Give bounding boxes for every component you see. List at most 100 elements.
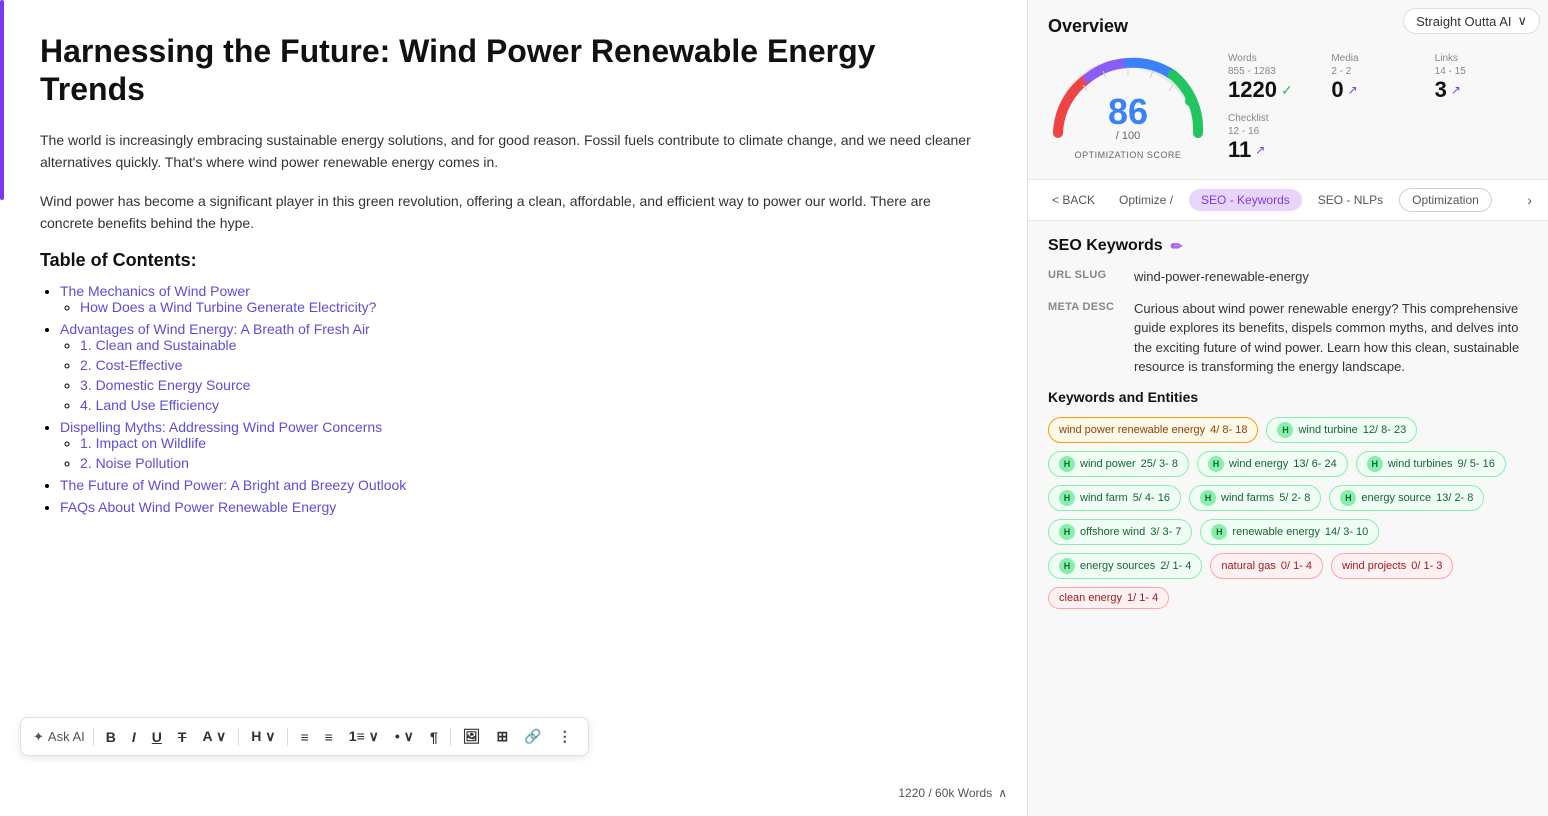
more-options-button[interactable]: ⋮ [554,726,576,747]
scroll-indicator [0,0,4,200]
tab-chevron-right[interactable]: › [1527,192,1532,208]
keyword-offshore-wind[interactable]: H offshore wind 3/ 3- 7 [1048,519,1192,545]
link-button[interactable]: 🔗 [520,726,545,747]
toc-sub-link-3-2[interactable]: 2. Noise Pollution [80,455,189,471]
keyword-energy-source[interactable]: H energy source 13/ 2- 8 [1329,485,1484,511]
keyword-badge-h: H [1059,490,1075,506]
toolbar-divider-4 [450,728,451,746]
toc-item-1: The Mechanics of Wind Power How Does a W… [60,283,987,315]
tab-seo-nlps[interactable]: SEO - NLPs [1306,189,1395,211]
gauge-container: 86 / 100 OPTIMIZATION SCORE [1048,53,1208,160]
keyword-stats: 3/ 3- 7 [1150,526,1181,538]
stat-links: Links 14 - 15 3 ↗ [1435,53,1528,103]
keyword-stats: 2/ 1- 4 [1160,560,1191,572]
ask-ai-button[interactable]: ✦ Ask AI [33,729,85,745]
keyword-text: offshore wind [1080,526,1145,538]
keyword-wind-farms[interactable]: H wind farms 5/ 2- 8 [1189,485,1321,511]
toc-item-4: The Future of Wind Power: A Bright and B… [60,477,987,493]
article-title: Harnessing the Future: Wind Power Renewa… [40,32,987,109]
bold-button[interactable]: B [102,727,120,747]
tab-back-button[interactable]: < BACK [1044,189,1103,211]
toc-sub-item-3-1: 1. Impact on Wildlife [80,435,987,451]
toc-sub-link-2-1[interactable]: 1. Clean and Sustainable [80,337,236,353]
toc-sub-link-2-4[interactable]: 4. Land Use Efficiency [80,397,219,413]
keyword-wind-turbine[interactable]: H wind turbine 12/ 8- 23 [1266,417,1417,443]
align-left-button[interactable]: ≡ [296,727,312,747]
formatting-toolbar: ✦ Ask AI B I U T A ∨ H ∨ ≡ ≡ 1≡ ∨ • ∨ ¶ … [20,717,589,756]
font-size-button[interactable]: A ∨ [198,726,230,747]
straight-outta-badge[interactable]: Straight Outta AI ∨ [1403,8,1540,34]
keyword-energy-sources[interactable]: H energy sources 2/ 1- 4 [1048,553,1202,579]
meta-desc-row: META DESC Curious about wind power renew… [1048,299,1528,377]
toc-sub-link-1-1[interactable]: How Does a Wind Turbine Generate Electri… [80,299,376,315]
keyword-clean-energy[interactable]: clean energy 1/ 1- 4 [1048,587,1169,609]
editor-area[interactable]: Harnessing the Future: Wind Power Renewa… [0,0,1028,816]
ask-ai-label: Ask AI [48,729,85,744]
toc-link-5[interactable]: FAQs About Wind Power Renewable Energy [60,499,336,515]
toc-sub-link-3-1[interactable]: 1. Impact on Wildlife [80,435,206,451]
keyword-wind-power[interactable]: H wind power 25/ 3- 8 [1048,451,1189,477]
ask-ai-icon: ✦ [33,729,44,745]
keyword-wind-energy[interactable]: H wind energy 13/ 6- 24 [1197,451,1348,477]
unordered-list-button[interactable]: • ∨ [391,726,418,747]
toc-item-5: FAQs About Wind Power Renewable Energy [60,499,987,515]
keywords-entities-title: Keywords and Entities [1048,389,1528,405]
word-count-chevron[interactable]: ∧ [998,786,1007,800]
keyword-text: wind power [1080,458,1136,470]
tab-optimize[interactable]: Optimize / [1107,189,1185,211]
toc-sub-link-2-3[interactable]: 3. Domestic Energy Source [80,377,250,393]
editor-paragraph-2: Wind power has become a significant play… [40,190,987,235]
toc-heading: Table of Contents: [40,250,987,271]
keywords-cloud: wind power renewable energy 4/ 8- 18 H w… [1048,417,1528,609]
keyword-wind-power-renewable-energy[interactable]: wind power renewable energy 4/ 8- 18 [1048,417,1258,443]
stat-words-value: 1220 [1228,77,1277,103]
keyword-text: wind turbines [1388,458,1453,470]
tab-seo-keywords[interactable]: SEO - Keywords [1189,189,1302,211]
word-count-bar: 1220 / 60k Words ∧ [898,786,1007,800]
stat-words-check-icon: ✓ [1281,82,1293,99]
keyword-text: energy source [1361,492,1431,504]
toc-sub-item-2-1: 1. Clean and Sustainable [80,337,987,353]
score-section: 86 / 100 OPTIMIZATION SCORE Words 855 - … [1028,37,1548,180]
stat-checklist: Checklist 12 - 16 11 ↗ [1228,113,1321,163]
keyword-stats: 0/ 1- 3 [1411,560,1442,572]
keyword-badge-h: H [1059,456,1075,472]
keyword-text: wind farm [1080,492,1128,504]
tab-seo-keywords-label: SEO - Keywords [1201,193,1290,207]
table-button[interactable]: ⊞ [493,726,513,747]
keyword-stats: 5/ 2- 8 [1279,492,1310,504]
italic-button[interactable]: I [128,727,140,747]
keyword-stats: 1/ 1- 4 [1127,592,1158,604]
paragraph-button[interactable]: ¶ [426,727,442,747]
toc-link-4[interactable]: The Future of Wind Power: A Bright and B… [60,477,406,493]
keyword-natural-gas[interactable]: natural gas 0/ 1- 4 [1210,553,1323,579]
stat-checklist-label: Checklist [1228,113,1321,124]
toc-link-1[interactable]: The Mechanics of Wind Power [60,283,250,299]
toolbar-divider-3 [287,728,288,746]
toc-sub-link-2-2[interactable]: 2. Cost-Effective [80,357,182,373]
stat-words-range: 855 - 1283 [1228,66,1321,77]
heading-button[interactable]: H ∨ [247,726,279,747]
right-panel: Overview Straight Outta AI ∨ [1028,0,1548,816]
keyword-text: wind power renewable energy [1059,424,1205,436]
image-button[interactable]: 🖼 [459,726,485,747]
tabs-row: < BACK Optimize / SEO - Keywords SEO - N… [1028,180,1548,221]
tab-optimization[interactable]: Optimization [1399,188,1492,212]
underline-button[interactable]: U [148,727,166,747]
keyword-wind-turbines[interactable]: H wind turbines 9/ 5- 16 [1356,451,1506,477]
strikethrough-button[interactable]: T [174,727,191,747]
seo-keywords-heading: SEO Keywords [1048,237,1163,255]
edit-pencil-icon[interactable]: ✏ [1171,238,1183,255]
keyword-badge-h: H [1277,422,1293,438]
ordered-list-button[interactable]: 1≡ ∨ [345,726,383,747]
straight-outta-label: Straight Outta AI [1416,14,1511,29]
keyword-wind-farm[interactable]: H wind farm 5/ 4- 16 [1048,485,1181,511]
toc-link-2[interactable]: Advantages of Wind Energy: A Breath of F… [60,321,370,337]
url-slug-value: wind-power-renewable-energy [1134,267,1309,287]
meta-desc-label: META DESC [1048,301,1118,313]
url-slug-row: URL SLUG wind-power-renewable-energy [1048,267,1528,287]
align-center-button[interactable]: ≡ [321,727,337,747]
toc-link-3[interactable]: Dispelling Myths: Addressing Wind Power … [60,419,382,435]
keyword-renewable-energy[interactable]: H renewable energy 14/ 3- 10 [1200,519,1379,545]
keyword-wind-projects[interactable]: wind projects 0/ 1- 3 [1331,553,1453,579]
